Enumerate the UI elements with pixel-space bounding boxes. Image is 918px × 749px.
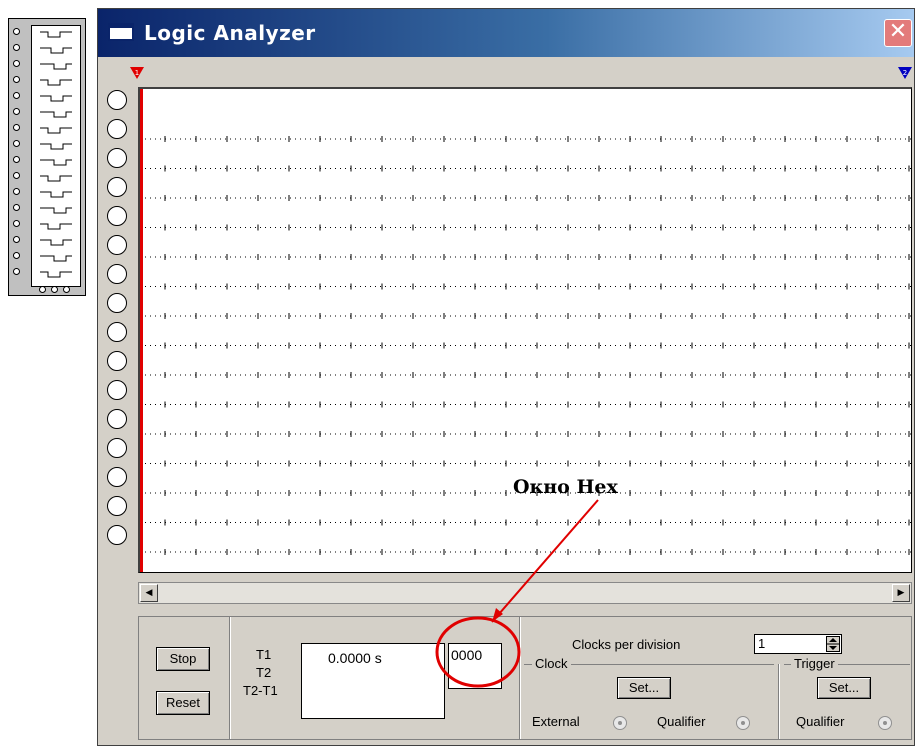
symbol-pin-icon xyxy=(13,204,20,211)
waveform-glyph-icon xyxy=(40,111,72,118)
t1-marker-label: 1 xyxy=(135,69,139,77)
t2-t1-label: T2-T1 xyxy=(243,683,278,698)
trigger-qualifier-radio[interactable] xyxy=(878,716,892,730)
channel-terminal-icon[interactable] xyxy=(107,119,127,139)
channel-terminal-icon[interactable] xyxy=(107,177,127,197)
channel-terminal-icon[interactable] xyxy=(107,90,127,110)
clock-set-button[interactable]: Set... xyxy=(617,677,671,699)
channel-terminal-icon[interactable] xyxy=(107,235,127,255)
grid-dots xyxy=(145,136,911,555)
waveform-glyph-icon xyxy=(40,143,72,150)
t2-marker-label: 2 xyxy=(903,69,907,77)
waveform-glyph-icon xyxy=(40,159,72,166)
logic-analyzer-window: Logic Analyzer ✕ 1 2 ◀ ▶ Stop Reset T1 T… xyxy=(97,8,915,746)
waveform-glyph-icon xyxy=(40,95,72,102)
logic-analyzer-symbol[interactable] xyxy=(8,18,86,296)
symbol-pin-icon xyxy=(13,76,20,83)
channel-terminal-icon[interactable] xyxy=(107,496,127,516)
symbol-bottom-pin-icon xyxy=(63,286,70,293)
channel-terminal-icon[interactable] xyxy=(107,438,127,458)
channel-terminal-icon[interactable] xyxy=(107,264,127,284)
waveform-glyph-icon xyxy=(40,271,72,278)
reset-button[interactable]: Reset xyxy=(156,691,210,715)
waveform-glyph-icon xyxy=(40,175,72,182)
scroll-left-button[interactable]: ◀ xyxy=(140,584,158,602)
channel-terminal-icon[interactable] xyxy=(107,380,127,400)
symbol-pin-icon xyxy=(13,268,20,275)
channel-terminal-icon[interactable] xyxy=(107,148,127,168)
waveform-glyph-icon xyxy=(40,207,72,214)
clock-qualifier-radio[interactable] xyxy=(736,716,750,730)
symbol-bottom-pin-icon xyxy=(51,286,58,293)
hex-value: 0000 xyxy=(451,647,483,663)
hex-window-annotation: Окно Hex xyxy=(513,476,618,498)
waveform-glyph-icon xyxy=(40,191,72,198)
external-radio[interactable] xyxy=(613,716,627,730)
trigger-set-button[interactable]: Set... xyxy=(817,677,871,699)
spinner-buttons[interactable] xyxy=(826,636,840,652)
channel-terminal-icon[interactable] xyxy=(107,322,127,342)
waveform-glyph-icon xyxy=(40,47,72,54)
t1-label: T1 xyxy=(256,647,272,662)
t1-time-value: 0.0000 s xyxy=(328,650,382,666)
symbol-pin-icon xyxy=(13,124,20,131)
close-button[interactable]: ✕ xyxy=(884,19,912,47)
time-readout-box: 0.0000 s xyxy=(301,643,445,719)
waveform-glyph-icon xyxy=(40,79,72,86)
clocks-per-division-value: 1 xyxy=(758,636,766,651)
channel-terminal-icon[interactable] xyxy=(107,351,127,371)
control-panel: Stop Reset T1 T2 T2-T1 0.0000 s 0000 Clo… xyxy=(138,616,912,740)
t1-marker[interactable]: 1 xyxy=(130,67,144,81)
symbol-pin-icon xyxy=(13,140,20,147)
symbol-bottom-pin-icon xyxy=(39,286,46,293)
channel-terminal-icon[interactable] xyxy=(107,525,127,545)
symbol-pin-icon xyxy=(13,156,20,163)
symbol-pin-icon xyxy=(13,236,20,243)
symbol-pin-icon xyxy=(13,92,20,99)
symbol-pin-icon xyxy=(13,44,20,51)
scroll-right-button[interactable]: ▶ xyxy=(892,584,910,602)
horizontal-scrollbar[interactable]: ◀ ▶ xyxy=(138,582,912,604)
channel-terminal-icon[interactable] xyxy=(107,409,127,429)
channel-terminal-icon[interactable] xyxy=(107,206,127,226)
symbol-pin-icon xyxy=(13,28,20,35)
symbol-body xyxy=(31,25,81,287)
waveform-glyph-icon xyxy=(40,255,72,262)
clocks-per-division-input[interactable]: 1 xyxy=(754,634,842,654)
t2-marker[interactable]: 2 xyxy=(898,67,912,81)
stop-button[interactable]: Stop xyxy=(156,647,210,671)
channel-terminals xyxy=(107,90,133,554)
clocks-per-division-label: Clocks per division xyxy=(572,637,681,652)
panel-divider xyxy=(229,617,231,739)
window-icon xyxy=(108,23,134,41)
waveform-glyph-icon xyxy=(40,223,72,230)
symbol-pin-icon xyxy=(13,60,20,67)
symbol-pin-icon xyxy=(13,252,20,259)
waveform-glyph-icon xyxy=(40,127,72,134)
clock-group-label: Clock xyxy=(532,656,571,671)
channel-terminal-icon[interactable] xyxy=(107,467,127,487)
hex-window: 0000 xyxy=(448,643,502,689)
channel-terminal-icon[interactable] xyxy=(107,293,127,313)
panel-divider xyxy=(519,617,521,739)
clock-qualifier-label: Qualifier xyxy=(657,714,706,729)
waveform-glyph-icon xyxy=(40,31,72,38)
external-label: External xyxy=(532,714,580,729)
trigger-qualifier-label: Qualifier xyxy=(796,714,845,729)
symbol-pin-icon xyxy=(13,108,20,115)
spinner-arrows-icon xyxy=(827,638,839,650)
window-title: Logic Analyzer xyxy=(144,21,316,45)
symbol-pin-icon xyxy=(13,220,20,227)
symbol-pin-icon xyxy=(13,188,20,195)
t2-label: T2 xyxy=(256,665,272,680)
trigger-group-label: Trigger xyxy=(791,656,838,671)
panel-divider xyxy=(778,664,780,739)
waveform-display[interactable] xyxy=(138,87,912,573)
waveform-glyph-icon xyxy=(40,239,72,246)
symbol-pin-icon xyxy=(13,172,20,179)
waveform-glyph-icon xyxy=(40,63,72,70)
title-bar[interactable]: Logic Analyzer ✕ xyxy=(98,9,914,57)
